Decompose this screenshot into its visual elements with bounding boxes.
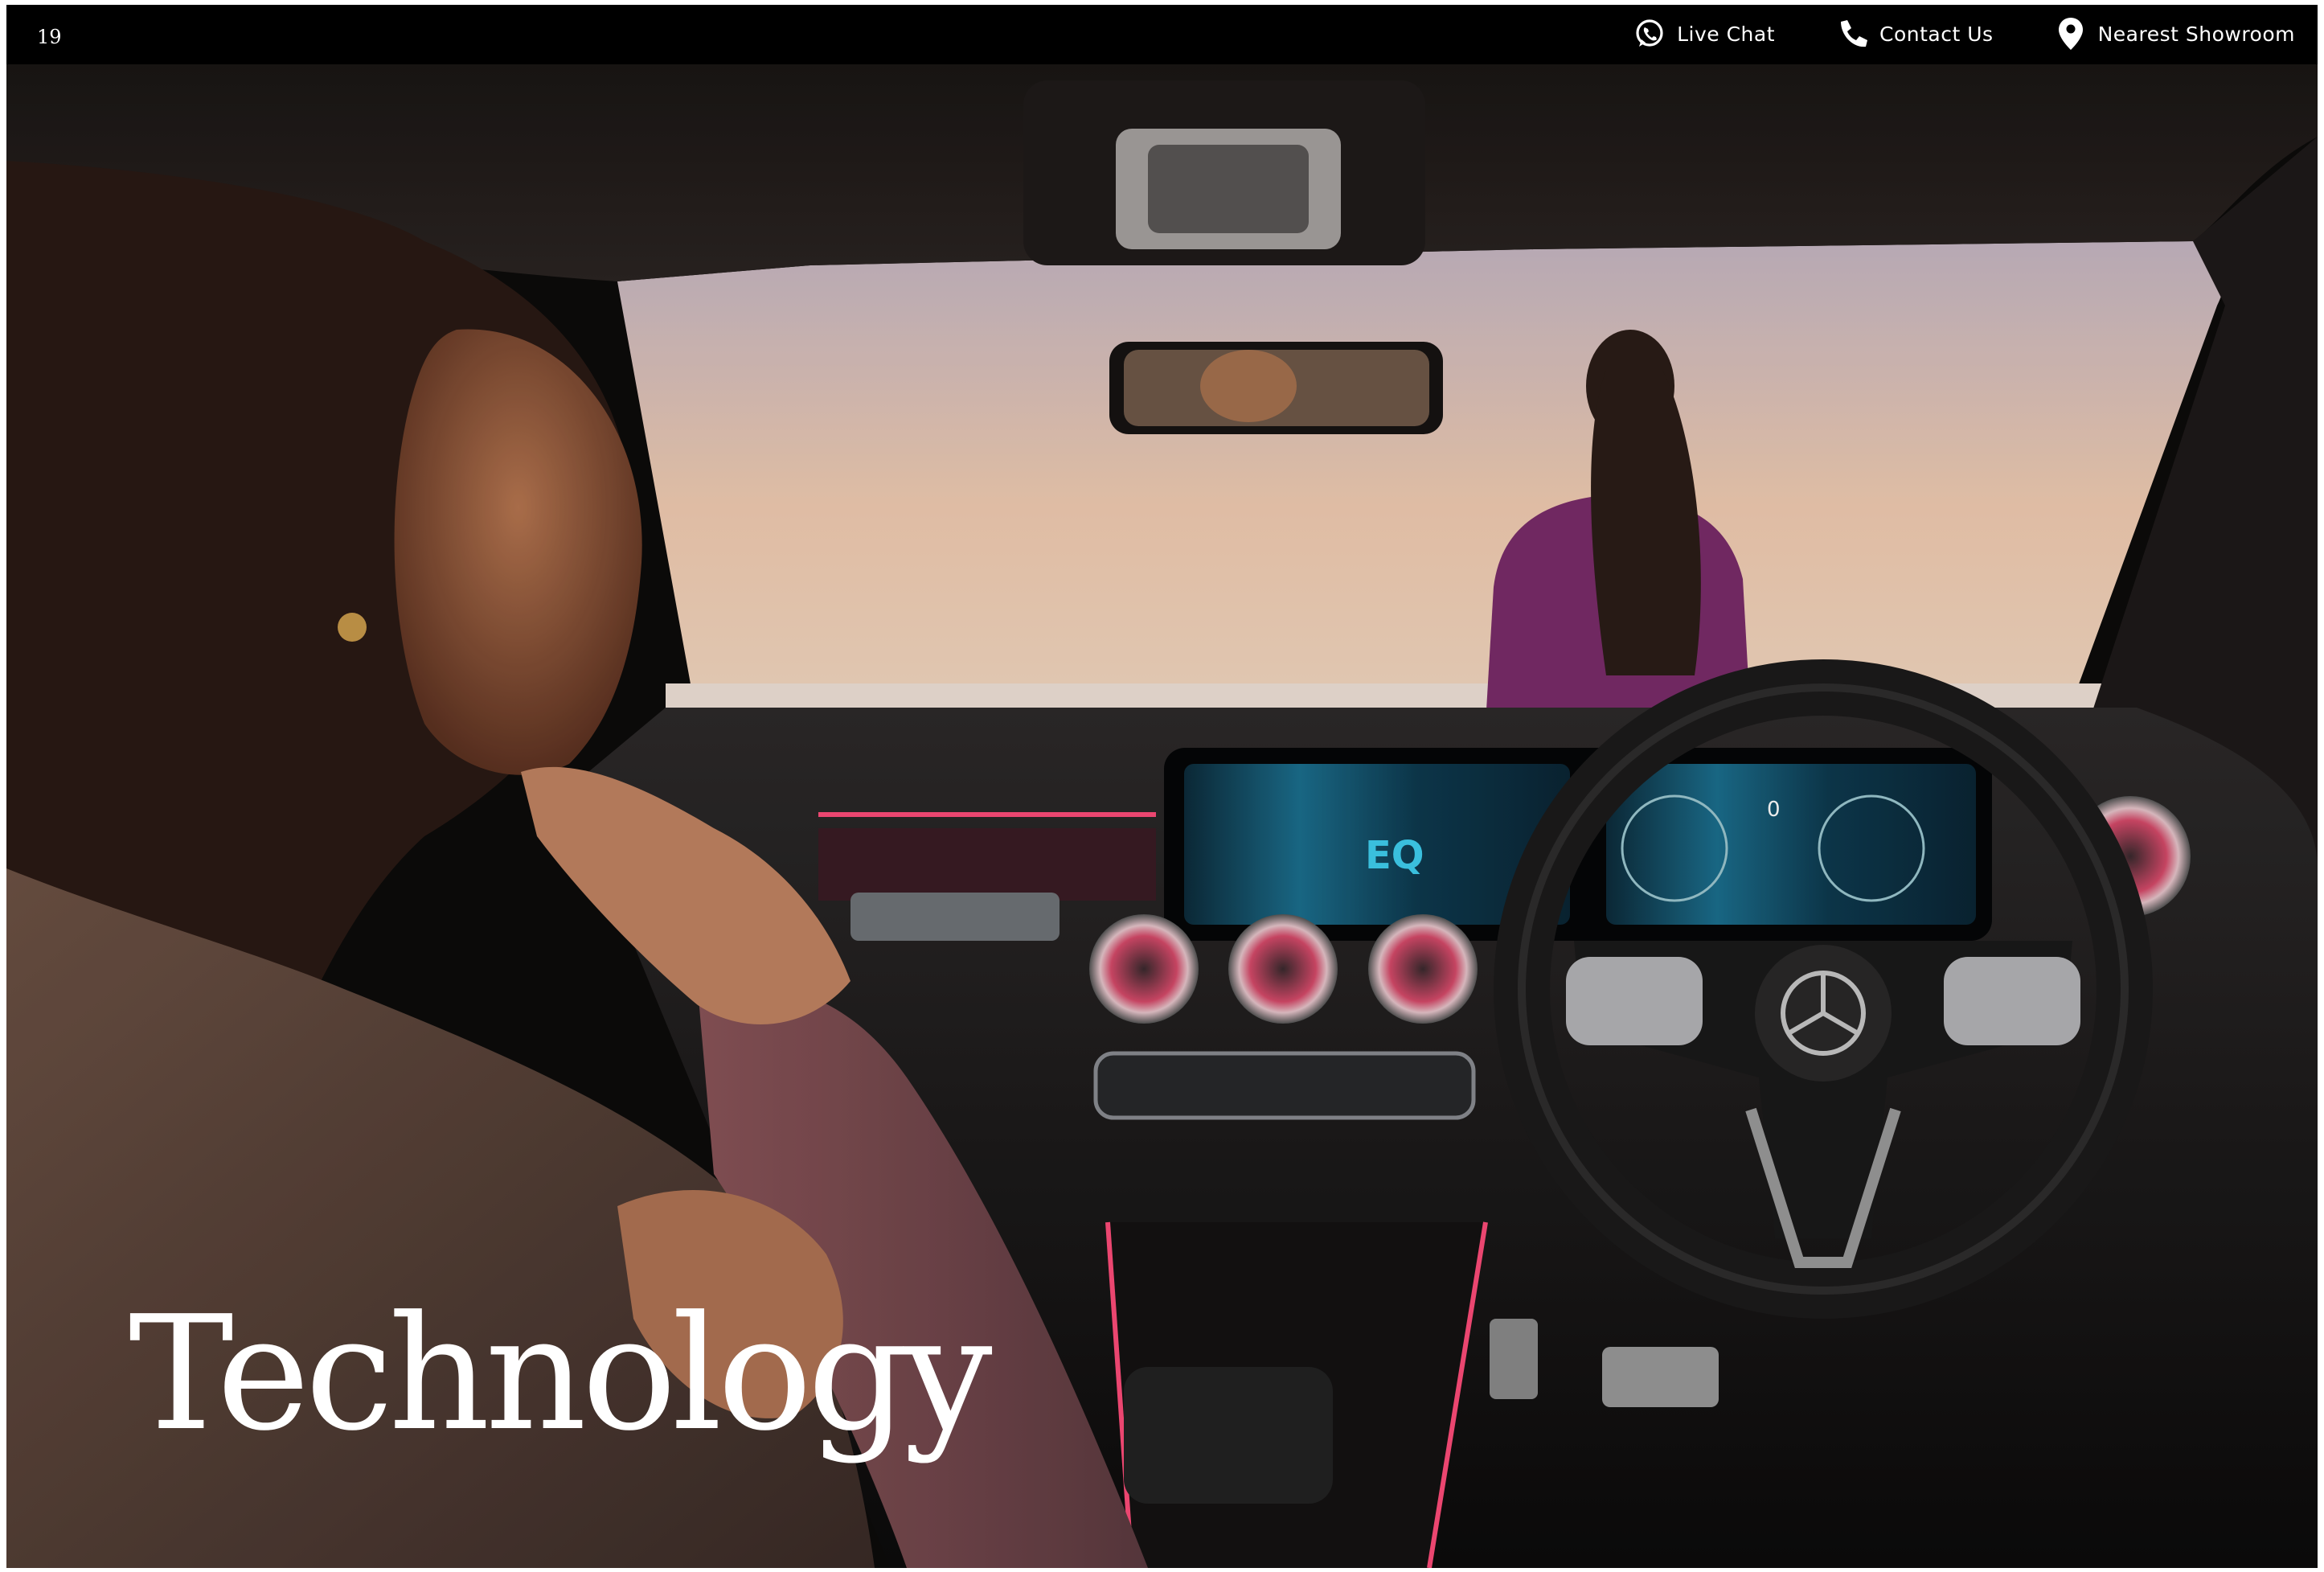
contact-us-label: Contact Us	[1879, 22, 1994, 46]
top-bar: 19 Live Chat Contact Us Nearest Showroom	[6, 5, 2318, 64]
section-title: Technology	[129, 1283, 993, 1466]
contact-us-link[interactable]: Contact Us	[1836, 16, 1994, 51]
nearest-showroom-link[interactable]: Nearest Showroom	[2055, 16, 2295, 51]
contact-nav: Live Chat Contact Us Nearest Showroom	[1633, 16, 2295, 51]
map-pin-icon	[2058, 18, 2083, 50]
page-frame: 19 Live Chat Contact Us Nearest Showroom…	[6, 5, 2318, 1568]
live-chat-link[interactable]: Live Chat	[1633, 16, 1775, 51]
phone-icon	[1841, 20, 1868, 47]
live-chat-label: Live Chat	[1677, 22, 1776, 46]
nearest-showroom-label: Nearest Showroom	[2097, 22, 2295, 46]
whatsapp-icon	[1636, 19, 1663, 47]
page-number: 19	[37, 26, 62, 48]
brochure-page: 19 Live Chat Contact Us Nearest Showroom…	[0, 0, 2324, 1572]
